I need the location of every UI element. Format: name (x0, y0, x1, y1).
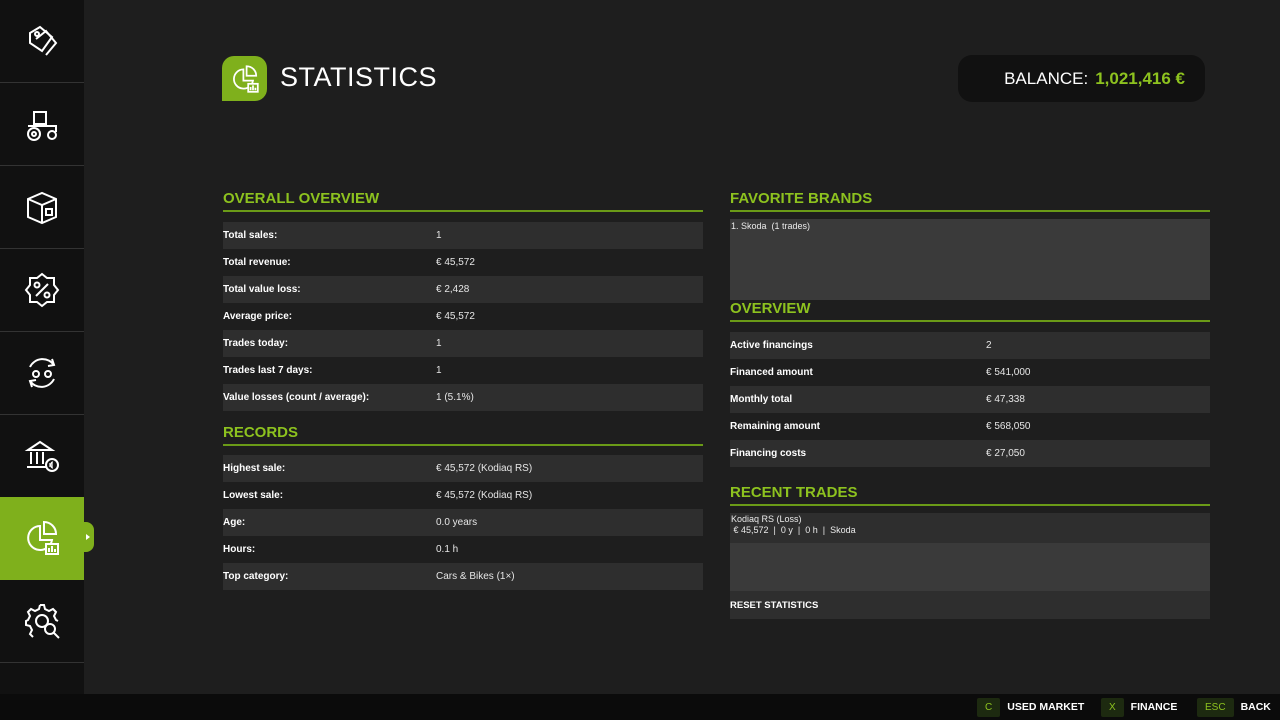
record-row: Highest sale: € 45,572 (Kodiaq RS) (223, 455, 703, 482)
trade-cycle-icon (28, 358, 56, 388)
stat-label: Total value loss: (223, 284, 301, 295)
record-row: Hours: 0.1 h (223, 536, 703, 563)
reset-statistics-button[interactable]: RESET STATISTICS (730, 591, 1210, 619)
key-hint-x: X (1101, 697, 1124, 717)
statistics-header-icon (222, 56, 267, 101)
record-label: Top category: (223, 571, 289, 582)
record-label: Lowest sale: (223, 490, 284, 501)
stat-label: Total sales: (223, 230, 278, 241)
bank-icon (24, 440, 59, 472)
recent-trades-empty-area (730, 543, 1210, 591)
finance-row: Active financings 2 (730, 332, 1210, 359)
record-label: Highest sale: (223, 463, 286, 474)
overview-title: OVERVIEW (730, 300, 1210, 322)
overall-overview-table: Total sales: 1 Total revenue: € 45,572 Tot… (223, 222, 703, 411)
finance-label: FINANCE (1130, 701, 1178, 713)
finance-row: Financed amount € 541,000 (730, 359, 1210, 386)
sidebar-item-vehicles[interactable] (0, 83, 84, 166)
finance-label: Remaining amount (730, 421, 821, 432)
financing-overview-table: Active financings 2 Financed amount € 541,… (730, 332, 1210, 467)
recent-trade-details: € 45,572 | 0 y | 0 h | Skoda (731, 525, 856, 535)
stat-value: 1 (436, 365, 442, 376)
record-row: Age: 0.0 years (223, 509, 703, 536)
gear-search-icon (25, 604, 60, 639)
finance-button[interactable]: X FINANCE (1101, 694, 1177, 720)
recent-trades-title: RECENT TRADES (730, 484, 1210, 506)
stat-value: 1 (436, 230, 442, 241)
stat-label: Average price: (223, 311, 293, 322)
stat-row: Total value loss: € 2,428 (223, 276, 703, 303)
page-title: STATISTICS (280, 62, 438, 92)
sidebar-item-bank[interactable] (0, 415, 84, 498)
sidebar-item-discounts[interactable] (0, 249, 84, 332)
used-market-button[interactable]: C USED MARKET (977, 694, 1084, 720)
statistics-icon (27, 520, 59, 555)
finance-row: Financing costs € 27,050 (730, 440, 1210, 467)
stat-label: Trades last 7 days: (223, 365, 313, 376)
finance-value: € 568,050 (986, 421, 1031, 432)
finance-value: € 27,050 (986, 448, 1025, 459)
stat-row: Average price: € 45,572 (223, 303, 703, 330)
sidebar-item-statistics[interactable] (0, 497, 84, 580)
stat-row: Trades last 7 days: 1 (223, 357, 703, 384)
finance-label: Active financings (730, 340, 813, 351)
favorite-brands-list: 1. Skoda (1 trades) (730, 219, 1210, 300)
box-icon (27, 191, 57, 225)
stat-value: 1 (436, 338, 442, 349)
record-label: Age: (223, 517, 246, 528)
balance-display: BALANCE: 1,021,416 € (958, 55, 1205, 102)
back-label: BACK (1240, 701, 1271, 713)
finance-label: Financing costs (730, 448, 807, 459)
record-row: Lowest sale: € 45,572 (Kodiaq RS) (223, 482, 703, 509)
finance-value: € 541,000 (986, 367, 1031, 378)
finance-row: Monthly total € 47,338 (730, 386, 1210, 413)
sidebar (0, 0, 84, 694)
finance-value: € 47,338 (986, 394, 1025, 405)
price-tags-icon (29, 25, 58, 56)
percent-badge-icon (24, 272, 60, 308)
tractor-icon (27, 111, 57, 141)
stat-row: Total sales: 1 (223, 222, 703, 249)
records-title: RECORDS (223, 424, 703, 446)
stat-row: Trades today: 1 (223, 330, 703, 357)
recent-trade-name: Kodiaq RS (Loss) (731, 514, 802, 524)
used-market-label: USED MARKET (1007, 701, 1085, 713)
balance-value: 1,021,416 € (1095, 68, 1185, 88)
stat-row: Total revenue: € 45,572 (223, 249, 703, 276)
stat-value: € 2,428 (436, 284, 470, 295)
stat-label: Value losses (count / average): (223, 392, 370, 403)
favorite-brands-title: FAVORITE BRANDS (730, 190, 1210, 212)
stat-value: 1 (5.1%) (436, 392, 474, 403)
record-value: Cars & Bikes (1×) (436, 571, 515, 582)
key-hint-c: C (977, 697, 1001, 717)
finance-label: Financed amount (730, 367, 813, 378)
active-indicator-arrow (84, 522, 94, 552)
back-button[interactable]: ESC BACK (1197, 694, 1271, 720)
finance-label: Monthly total (730, 394, 793, 405)
sidebar-item-trade[interactable] (0, 332, 84, 415)
recent-trade-item: Kodiaq RS (Loss) € 45,572 | 0 y | 0 h | … (730, 513, 1210, 543)
finance-row: Remaining amount € 568,050 (730, 413, 1210, 440)
sidebar-item-workshop[interactable] (0, 580, 84, 663)
finance-value: 2 (986, 340, 992, 351)
record-value: € 45,572 (Kodiaq RS) (436, 490, 533, 501)
stat-value: € 45,572 (436, 257, 475, 268)
stat-label: Trades today: (223, 338, 289, 349)
record-label: Hours: (223, 544, 256, 555)
sidebar-item-storage[interactable] (0, 166, 84, 249)
sidebar-item-price-tags[interactable] (0, 0, 84, 83)
footer-bar: C USED MARKET X FINANCE ESC BACK (0, 694, 1280, 720)
key-hint-esc: ESC (1197, 697, 1234, 717)
record-row: Top category: Cars & Bikes (1×) (223, 563, 703, 590)
record-value: 0.1 h (436, 544, 459, 555)
record-value: 0.0 years (436, 517, 478, 528)
stat-label: Total revenue: (223, 257, 291, 268)
overall-overview-title: OVERALL OVERVIEW (223, 190, 703, 212)
favorite-brand-item: 1. Skoda (1 trades) (731, 221, 811, 231)
stat-value: € 45,572 (436, 311, 475, 322)
stat-row: Value losses (count / average): 1 (5.1%) (223, 384, 703, 411)
records-table: Highest sale: € 45,572 (Kodiaq RS) Lowest… (223, 455, 703, 590)
record-value: € 45,572 (Kodiaq RS) (436, 463, 533, 474)
balance-label: BALANCE: (1004, 68, 1089, 88)
